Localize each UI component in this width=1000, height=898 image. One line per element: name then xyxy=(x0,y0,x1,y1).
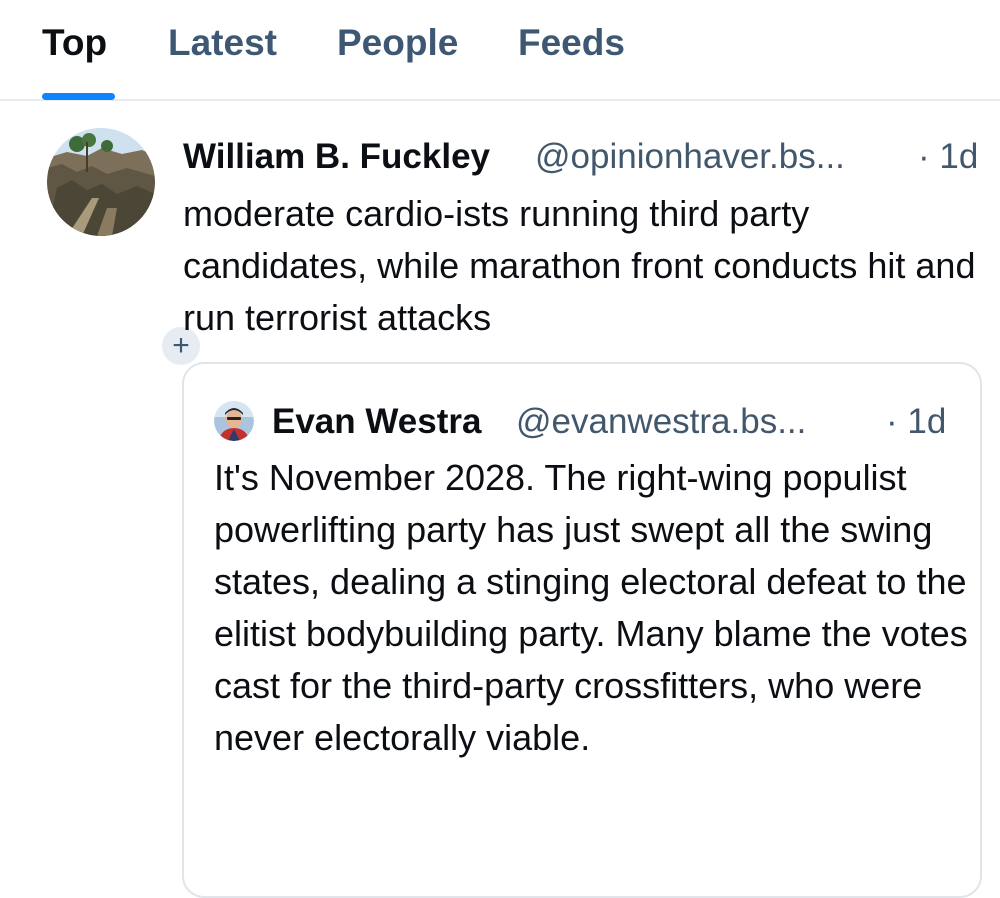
avatar-image xyxy=(47,128,155,236)
post-header: William B. Fuckley @opinionhaver.bs... ·… xyxy=(183,134,983,180)
tab-top[interactable]: Top xyxy=(42,20,107,66)
tab-people[interactable]: People xyxy=(337,20,458,66)
quoted-author-name[interactable]: Evan Westra xyxy=(272,402,481,441)
quoted-author-avatar[interactable] xyxy=(214,401,254,441)
quoted-post-text: It's November 2028. The right-wing popul… xyxy=(214,457,968,758)
active-tab-indicator xyxy=(42,93,115,100)
quoted-post-header: Evan Westra @evanwestra.bs... · 1d xyxy=(272,399,972,445)
post-author-avatar[interactable]: + xyxy=(47,128,203,368)
post-author-handle[interactable]: @opinionhaver.bs... xyxy=(535,134,845,180)
post-author-name[interactable]: William B. Fuckley xyxy=(183,137,490,176)
post-timestamp[interactable]: · 1d xyxy=(918,134,978,180)
quoted-author-handle[interactable]: @evanwestra.bs... xyxy=(516,399,806,445)
tab-feeds[interactable]: Feeds xyxy=(518,20,625,66)
quoted-post-timestamp[interactable]: · 1d xyxy=(886,399,946,445)
post-text: moderate cardio-ists running third party… xyxy=(183,193,976,338)
search-tabs: Top Latest People Feeds xyxy=(0,0,1000,101)
tab-latest[interactable]: Latest xyxy=(168,20,277,66)
